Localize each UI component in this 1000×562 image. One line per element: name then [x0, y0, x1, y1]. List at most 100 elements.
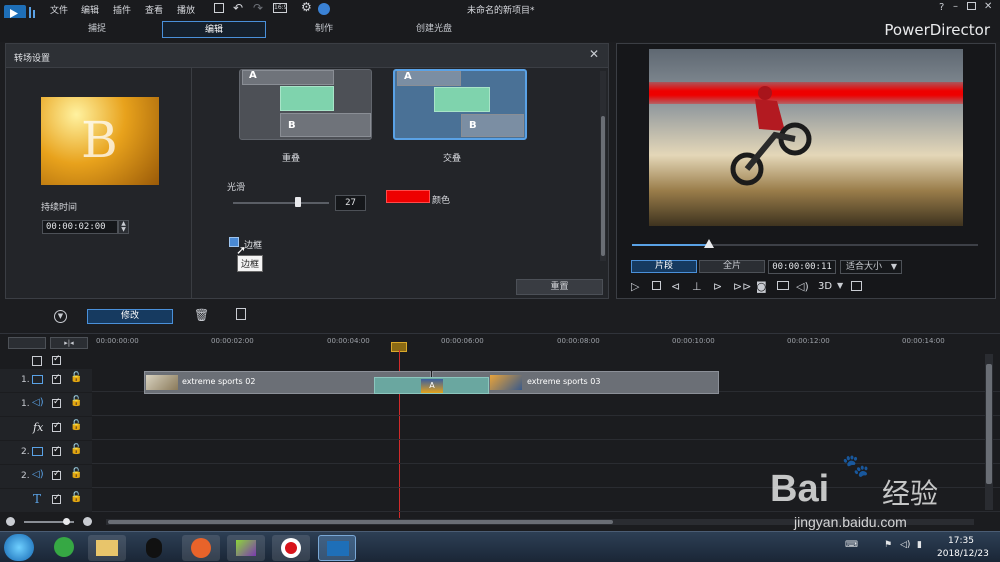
master-track-icon[interactable] [32, 356, 42, 366]
close-icon[interactable]: ✕ [984, 1, 992, 12]
smooth-slider-track[interactable] [233, 202, 329, 204]
undock-icon[interactable] [851, 281, 862, 291]
chevron-down-icon: ▼ [890, 262, 897, 271]
tray-network-icon[interactable]: ▮ [917, 540, 922, 550]
time-ruler[interactable]: 00:00:00:00 00:00:02:00 00:00:04:00 00:0… [95, 334, 1000, 352]
clock-date[interactable]: 2018/12/23 [937, 549, 989, 559]
undo-icon[interactable]: ↶ [233, 1, 243, 15]
transition-region[interactable]: A [374, 377, 489, 394]
gear-icon[interactable]: ⚙ [301, 0, 312, 14]
title-track-icon: T [33, 492, 42, 506]
help-icon[interactable]: ? [939, 2, 944, 13]
lock-icon[interactable]: 🔓 [70, 372, 82, 383]
trash-icon[interactable]: 🗑 [194, 308, 209, 322]
track-manager-icon[interactable] [8, 337, 46, 349]
lock-icon[interactable]: 🔓 [70, 444, 82, 455]
save-icon[interactable] [214, 3, 224, 13]
more-features-icon[interactable] [236, 308, 246, 320]
menu-edit[interactable]: 编辑 [81, 3, 99, 16]
tray-flag-icon[interactable]: ⚑ [884, 540, 892, 550]
zoom-select[interactable]: 适合大小 ▼ [840, 260, 902, 274]
redo-icon[interactable]: ↷ [253, 1, 263, 15]
zoom-in-icon[interactable] [83, 517, 92, 526]
track-header: 2. ◁) 🔓 [0, 465, 92, 488]
color-label: 颜色 [432, 196, 451, 206]
taskbar-360-icon[interactable] [46, 535, 84, 561]
lock-icon[interactable]: 🔓 [70, 492, 82, 503]
track-number: 1. [21, 375, 30, 385]
taskbar-recorder-icon[interactable] [272, 535, 310, 561]
cross-transition-option[interactable]: A B [393, 69, 527, 140]
tab-produce[interactable]: 制作 [272, 21, 376, 38]
watermark-url: jingyan.baidu.com [794, 514, 907, 530]
taskbar-qq-icon[interactable] [136, 535, 174, 561]
track-enable-checkbox[interactable] [52, 469, 61, 480]
audio-track-icon: ◁) [32, 469, 44, 480]
menu-plugins[interactable]: 插件 [113, 3, 131, 16]
aspect-ratio-icon[interactable]: 16:9 [273, 3, 287, 13]
restore-icon[interactable] [967, 2, 976, 10]
tray-volume-icon[interactable]: ◁) [900, 540, 910, 550]
modify-button[interactable]: 修改 [87, 309, 173, 324]
fit-timeline-icon[interactable]: ▸|◂ [50, 337, 88, 349]
panel-scrollbar[interactable] [600, 71, 606, 261]
duration-field[interactable]: 00:00:02:00 [42, 220, 118, 234]
fast-forward-icon[interactable]: ⊳⊳ [733, 280, 751, 293]
minimize-icon[interactable]: – [953, 1, 958, 12]
track-enable-checkbox[interactable] [52, 445, 61, 456]
smooth-value-field[interactable]: 27 [335, 195, 366, 211]
start-button[interactable] [4, 534, 34, 561]
panel-scrollbar-thumb[interactable] [601, 116, 605, 256]
watermark-brand: Bai [770, 468, 830, 510]
color-swatch[interactable] [386, 190, 430, 203]
track-enable-checkbox[interactable] [52, 397, 61, 408]
taskbar-video-editor-icon[interactable] [227, 535, 265, 561]
track-enable-checkbox[interactable] [52, 421, 61, 432]
ruler-tick: 00:00:08:00 [557, 337, 600, 345]
track-enable-checkbox[interactable] [52, 493, 61, 504]
lock-icon[interactable]: 🔓 [70, 468, 82, 479]
taskbar-firefox-icon[interactable] [182, 535, 220, 561]
volume-icon[interactable]: ◁) [796, 280, 809, 293]
tab-create-disc[interactable]: 创建光盘 [382, 21, 486, 38]
preview-timecode[interactable]: 00:00:00:11 [768, 260, 836, 274]
preview-seek-handle[interactable] [704, 239, 714, 248]
split-icon[interactable]: ⊥ [692, 280, 702, 293]
tray-keyboard-icon[interactable]: ⌨ [845, 540, 858, 550]
menu-play[interactable]: 播放 [177, 3, 195, 16]
subtitle-icon[interactable] [777, 281, 789, 290]
tab-capture[interactable]: 捕捉 [45, 21, 149, 38]
tab-edit[interactable]: 编辑 [162, 21, 266, 38]
taskbar-powerdirector-icon[interactable] [318, 535, 356, 561]
3d-mode-toggle[interactable]: 3D [818, 281, 832, 292]
close-panel-icon[interactable]: ✕ [589, 47, 599, 61]
next-frame-icon[interactable]: ⊳ [713, 280, 722, 293]
reset-button[interactable]: 重置 [516, 279, 603, 295]
menu-view[interactable]: 查看 [145, 3, 163, 16]
stop-icon[interactable] [652, 281, 661, 290]
play-icon[interactable]: ▷ [631, 280, 639, 293]
smooth-slider-handle[interactable] [295, 197, 301, 207]
timeline-hscrollbar-thumb[interactable] [108, 520, 613, 524]
snapshot-icon[interactable]: ◙ [756, 280, 767, 293]
transition-thumbnail: B [41, 97, 159, 185]
duration-stepper[interactable]: ▲ ▼ [118, 220, 129, 234]
ruler-tick: 00:00:10:00 [672, 337, 715, 345]
previous-frame-icon[interactable]: ⊲ [671, 280, 680, 293]
3d-dropdown-icon[interactable]: ▼ [837, 281, 843, 290]
duration-label: 持续时间 [41, 203, 78, 213]
expand-icon[interactable]: ▼ [54, 310, 67, 323]
clip-mode-tab[interactable]: 片段 [631, 260, 697, 273]
track-enable-checkbox[interactable] [52, 373, 61, 384]
movie-mode-tab[interactable]: 全片 [699, 260, 765, 273]
taskbar-explorer-icon[interactable] [88, 535, 126, 561]
zoom-out-icon[interactable] [6, 517, 15, 526]
overlap-transition-option[interactable]: A B [239, 69, 372, 140]
clock-time[interactable]: 17:35 [948, 536, 974, 546]
zoom-slider-handle[interactable] [63, 518, 70, 525]
lock-icon[interactable]: 🔓 [70, 420, 82, 431]
master-enable-checkbox[interactable] [52, 354, 61, 365]
menu-file[interactable]: 文件 [50, 3, 68, 16]
update-icon[interactable] [318, 3, 330, 15]
lock-icon[interactable]: 🔓 [70, 396, 82, 407]
